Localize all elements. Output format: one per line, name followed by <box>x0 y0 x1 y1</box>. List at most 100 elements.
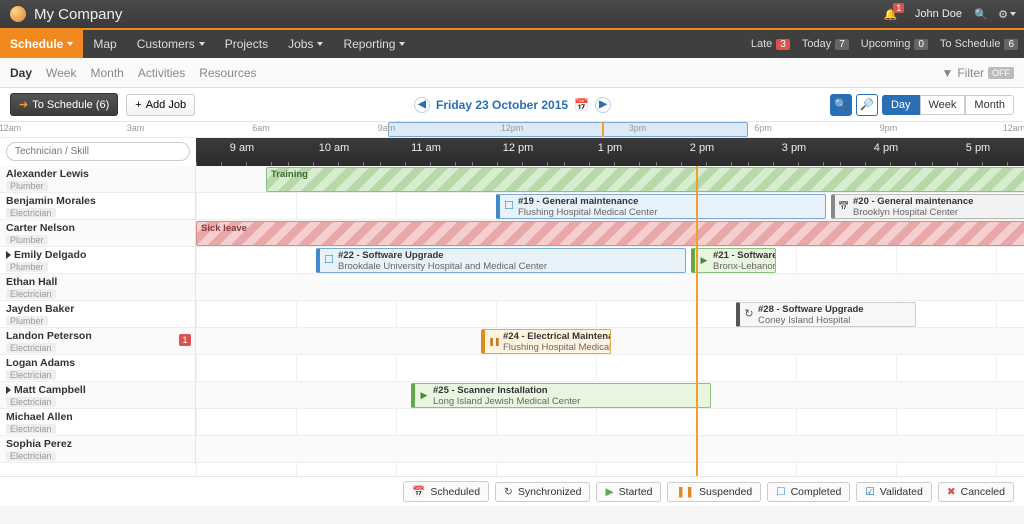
nav-reporting[interactable]: Reporting <box>333 30 415 58</box>
tab-activities[interactable]: Activities <box>138 66 185 80</box>
technician-name: Matt Campbell <box>14 384 86 396</box>
current-date[interactable]: Friday 23 October 2015 <box>436 98 568 112</box>
technician-name: Logan Adams <box>6 357 75 369</box>
technician-cell[interactable]: Carter NelsonPlumber <box>0 220 196 248</box>
view-day-button[interactable]: Day <box>882 95 920 115</box>
chevron-down-icon <box>199 42 205 46</box>
nav-projects[interactable]: Projects <box>215 30 278 58</box>
technician-role: Plumber <box>6 316 48 326</box>
job-title: #19 - General maintenance <box>518 196 821 207</box>
legend-synchronized: ↻Synchronized <box>495 482 590 502</box>
user-name[interactable]: John Doe <box>915 8 962 20</box>
schedule-lane[interactable] <box>196 274 1024 301</box>
play-icon: ▶ <box>605 486 613 498</box>
technician-cell[interactable]: Benjamin MoralesElectrician <box>0 193 196 221</box>
add-job-label: Add Job <box>146 99 186 111</box>
pause-icon <box>488 335 500 347</box>
mini-timeline[interactable]: 12am3am6am9am12pm3pm6pm9pm12am <box>0 122 1024 138</box>
zoom-out-button[interactable]: 🔎 <box>856 94 878 116</box>
job-title: #24 - Electrical Maintenance <box>503 331 606 342</box>
technician-cell[interactable]: Ethan HallElectrician <box>0 274 196 302</box>
schedule-lane[interactable] <box>196 355 1024 382</box>
technician-search-input[interactable] <box>6 142 190 161</box>
tab-month[interactable]: Month <box>90 66 123 80</box>
job-card[interactable]: #20 - General maintenanceBrooklyn Hospit… <box>831 194 1024 219</box>
job-card[interactable]: #21 - Software UpBronx-Lebanon C <box>691 248 776 273</box>
expand-icon[interactable] <box>6 386 11 394</box>
to-schedule-button[interactable]: ➔ To Schedule (6) <box>10 93 118 116</box>
technician-name: Landon Peterson <box>6 330 92 342</box>
job-subtitle: Flushing Hospital Medical Cen <box>503 342 606 353</box>
job-card[interactable]: #25 - Scanner InstallationLong Island Je… <box>411 383 711 408</box>
training-block[interactable]: Training <box>266 167 1024 192</box>
schedule-lane[interactable]: #24 - Electrical MaintenanceFlushing Hos… <box>196 328 1024 355</box>
gear-icon[interactable]: ⚙ <box>1000 7 1014 21</box>
calendar-icon[interactable]: 📅 <box>574 98 589 112</box>
job-title: #28 - Software Upgrade <box>758 304 911 315</box>
sync-icon <box>743 308 755 320</box>
nav-customers[interactable]: Customers <box>127 30 215 58</box>
schedule-lane[interactable] <box>196 436 1024 463</box>
nav-map[interactable]: Map <box>83 30 126 58</box>
schedule-lane[interactable]: #22 - Software UpgradeBrookdale Universi… <box>196 247 1024 274</box>
technician-cell[interactable]: Jayden BakerPlumber <box>0 301 196 329</box>
technician-cell[interactable]: Matt CampbellElectrician <box>0 382 196 410</box>
next-day-button[interactable]: ▶ <box>595 97 611 113</box>
filter-toggle[interactable]: ▼ Filter OFF <box>941 66 1014 80</box>
schedule-lane[interactable]: #28 - Software UpgradeConey Island Hospi… <box>196 301 1024 328</box>
app-logo-icon <box>10 6 26 22</box>
tab-week[interactable]: Week <box>46 66 76 80</box>
expand-icon[interactable] <box>6 251 11 259</box>
stat-upcoming[interactable]: Upcoming0 <box>855 30 934 58</box>
view-week-button[interactable]: Week <box>920 95 966 115</box>
visible-window[interactable] <box>388 122 748 137</box>
legend-label: Started <box>619 486 653 498</box>
mini-hour-label: 12am <box>1003 123 1024 133</box>
now-marker-icon <box>602 122 604 137</box>
topbar: My Company 🔔1 John Doe 🔍 ⚙ <box>0 0 1024 30</box>
technician-cell[interactable]: Emily DelgadoPlumber <box>0 247 196 275</box>
technician-cell[interactable]: Landon PetersonElectrician1 <box>0 328 196 356</box>
add-job-button[interactable]: + Add Job <box>126 94 195 116</box>
technician-role: Electrician <box>6 397 56 407</box>
stat-to-schedule[interactable]: To Schedule6 <box>934 30 1024 58</box>
job-card[interactable]: #19 - General maintenanceFlushing Hospit… <box>496 194 826 219</box>
stat-late[interactable]: Late 3 <box>745 30 796 58</box>
technician-cell[interactable]: Michael AllenElectrician <box>0 409 196 437</box>
schedule-lane[interactable] <box>196 409 1024 436</box>
mini-hour-label: 3am <box>127 123 145 133</box>
schedule-lane[interactable]: Sick leave <box>196 220 1024 247</box>
technician-cell[interactable]: Logan AdamsElectrician <box>0 355 196 383</box>
nav-schedule[interactable]: Schedule <box>0 30 83 58</box>
tab-resources[interactable]: Resources <box>199 66 256 80</box>
legend-label: Canceled <box>961 486 1005 498</box>
stat-count: 3 <box>776 39 790 50</box>
nav-jobs[interactable]: Jobs <box>278 30 333 58</box>
stat-today[interactable]: Today7 <box>796 30 855 58</box>
tab-day[interactable]: Day <box>10 66 32 80</box>
prev-day-button[interactable]: ◀ <box>414 97 430 113</box>
job-card[interactable]: #28 - Software UpgradeConey Island Hospi… <box>736 302 916 327</box>
mini-hour-label: 12am <box>0 123 21 133</box>
technician-cell[interactable]: Sophia PerezElectrician <box>0 436 196 464</box>
schedule-lane[interactable]: Training <box>196 166 1024 193</box>
stat-label: Late <box>751 38 772 50</box>
job-subtitle: Brookdale University Hospital and Medica… <box>338 261 681 272</box>
play-icon <box>698 254 710 266</box>
arrow-right-icon: ➔ <box>19 98 28 111</box>
schedule-lane[interactable]: #19 - General maintenanceFlushing Hospit… <box>196 193 1024 220</box>
sick-block[interactable]: Sick leave <box>196 221 1024 246</box>
search-icon[interactable]: 🔍 <box>974 7 988 21</box>
schedule-lane[interactable]: #25 - Scanner InstallationLong Island Je… <box>196 382 1024 409</box>
legend-label: Scheduled <box>430 486 480 498</box>
view-month-button[interactable]: Month <box>965 95 1014 115</box>
warning-badge[interactable]: 1 <box>179 334 191 346</box>
job-card[interactable]: #24 - Electrical MaintenanceFlushing Hos… <box>481 329 611 354</box>
zoom-in-button[interactable]: 🔍 <box>830 94 852 116</box>
technician-name: Sophia Perez <box>6 438 72 450</box>
technician-cell[interactable]: Alexander LewisPlumber <box>0 166 196 194</box>
job-card[interactable]: #22 - Software UpgradeBrookdale Universi… <box>316 248 686 273</box>
mini-hour-label: 9pm <box>880 123 898 133</box>
legend-scheduled: 📅Scheduled <box>403 481 489 502</box>
bell-icon[interactable]: 🔔1 <box>889 7 903 21</box>
